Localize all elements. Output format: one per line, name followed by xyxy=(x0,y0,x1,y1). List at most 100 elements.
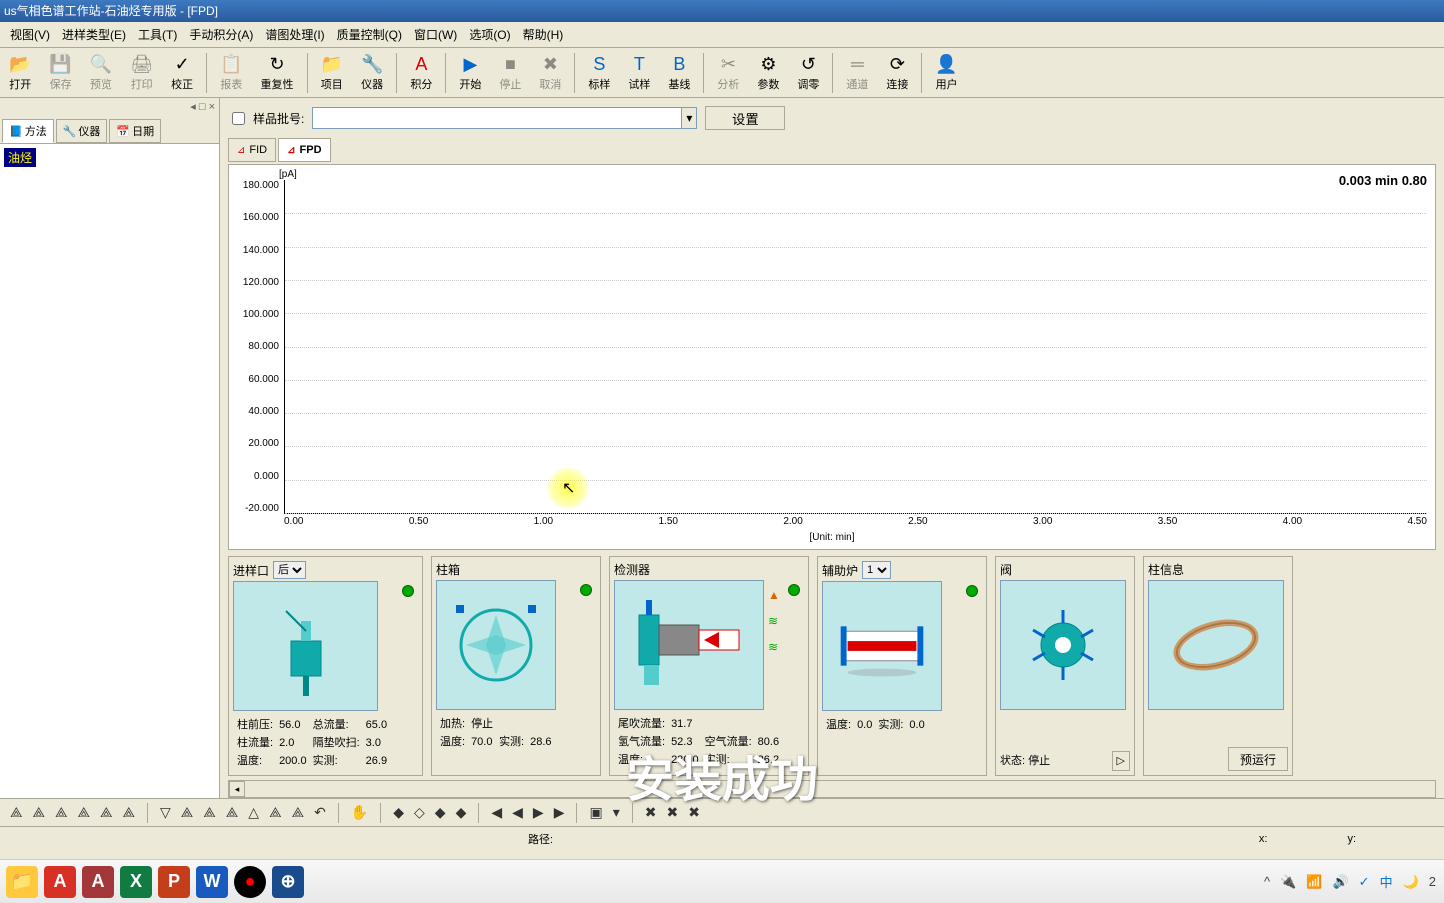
bottom-tool-icon[interactable]: ▶ xyxy=(531,802,546,823)
next-icon[interactable]: ▷ xyxy=(1112,751,1130,771)
bottom-tool-icon[interactable]: ⟁ xyxy=(290,802,307,823)
taskbar-ppt-icon[interactable]: P xyxy=(158,866,190,898)
menu-item[interactable]: 工具(T) xyxy=(132,24,183,45)
toolbar-调零-button[interactable]: ↺调零 xyxy=(789,52,827,94)
toolbar-项目-button[interactable]: 📁项目 xyxy=(313,52,351,94)
bottom-tool-icon[interactable]: ◀ xyxy=(510,802,525,823)
chart-tab-FID[interactable]: ⊿FID xyxy=(228,138,276,162)
chart-tab-FPD[interactable]: ⊿FPD xyxy=(278,138,330,162)
bottom-tool-icon[interactable]: ✖ xyxy=(643,802,659,823)
bottom-tool-icon[interactable]: ⟁ xyxy=(224,802,241,823)
toolbar-预览-button: 🔍预览 xyxy=(82,52,120,94)
toolbar-打开-button[interactable]: 📂打开 xyxy=(1,52,39,94)
bottom-tool-icon[interactable]: ▣ xyxy=(587,802,604,823)
tree-item[interactable]: 油烃 xyxy=(4,148,36,167)
tray-plug-icon[interactable]: 🔌 xyxy=(1280,874,1296,890)
tray-volume-icon[interactable]: 🔊 xyxy=(1332,874,1348,890)
toolbar-仪器-button[interactable]: 🔧仪器 xyxy=(353,52,391,94)
taskbar-pdf-icon[interactable]: A xyxy=(44,866,76,898)
menu-item[interactable]: 视图(V) xyxy=(4,24,56,45)
bottom-tool-icon[interactable]: ⟁ xyxy=(53,802,70,823)
panels-scrollbar[interactable]: ◂ xyxy=(228,780,1436,798)
sidebar-tab[interactable]: 📘方法 xyxy=(2,119,54,143)
tray-ime-icon[interactable]: 中 xyxy=(1380,872,1393,891)
toolbar-试样-button[interactable]: T试样 xyxy=(620,52,658,94)
toolbar-积分-button[interactable]: A积分 xyxy=(402,52,440,94)
status-y: y: xyxy=(1347,833,1356,845)
tray-up-icon[interactable]: ^ xyxy=(1264,874,1270,889)
menu-item[interactable]: 手动积分(A) xyxy=(183,24,259,45)
tray-moon-icon[interactable]: 🌙 xyxy=(1403,874,1419,890)
sidebar-tab[interactable]: 📅日期 xyxy=(109,119,161,143)
toolbar-用户-button[interactable]: 👤用户 xyxy=(927,52,965,94)
menu-item[interactable]: 帮助(H) xyxy=(517,24,570,45)
bottom-tool-icon[interactable]: ◆ xyxy=(391,802,406,823)
panel-select[interactable]: 1 xyxy=(862,561,891,579)
panel-柱箱: 柱箱加热:停止温度:70.0实测:28.6 xyxy=(431,556,601,776)
scroll-left-icon[interactable]: ◂ xyxy=(229,781,245,797)
menu-item[interactable]: 谱图处理(I) xyxy=(259,24,330,45)
taskbar-explorer-icon[interactable]: 📁 xyxy=(6,866,38,898)
tray-wifi-icon[interactable]: 📶 xyxy=(1306,874,1322,890)
prerun-button[interactable]: 预运行 xyxy=(1228,747,1288,771)
tray-check-icon[interactable]: ✓ xyxy=(1359,874,1370,890)
bottom-tool-icon[interactable]: ◇ xyxy=(412,802,427,823)
bottom-tool-icon[interactable]: ⟁ xyxy=(267,802,284,823)
menu-item[interactable]: 质量控制(Q) xyxy=(331,24,408,45)
menu-item[interactable]: 选项(O) xyxy=(463,24,516,45)
bottom-tool-icon[interactable]: ⟁ xyxy=(201,802,218,823)
tab-label: FPD xyxy=(300,144,322,156)
panel-title: 检测器 xyxy=(614,561,650,578)
tray-time[interactable]: 2 xyxy=(1429,874,1436,889)
toolbar-通道-button: ═通道 xyxy=(838,52,876,94)
flow-icon: ≋ xyxy=(768,640,780,654)
toolbar-校正-button[interactable]: ✓校正 xyxy=(163,52,201,94)
batch-checkbox[interactable] xyxy=(232,112,245,125)
param-value: 26.9 xyxy=(364,753,389,769)
bottom-tool-icon[interactable]: ◀ xyxy=(489,802,504,823)
toolbar-icon: T xyxy=(634,54,645,76)
bottom-tool-icon[interactable]: ⟁ xyxy=(98,802,115,823)
bottom-tool-icon[interactable]: ⟁ xyxy=(179,802,196,823)
bottom-tool-icon[interactable]: ▶ xyxy=(552,802,567,823)
batch-set-button[interactable]: 设置 xyxy=(705,106,785,130)
toolbar-基线-button[interactable]: B基线 xyxy=(660,52,698,94)
bottom-tool-icon[interactable]: ⟁ xyxy=(121,802,138,823)
taskbar-app-icon[interactable]: ⊕ xyxy=(272,866,304,898)
taskbar-word-icon[interactable]: W xyxy=(196,866,228,898)
bottom-tool-icon[interactable]: ⟁ xyxy=(76,802,93,823)
toolbar-开始-button[interactable]: ▶开始 xyxy=(451,52,489,94)
bottom-tool-icon[interactable]: ◆ xyxy=(433,802,448,823)
batch-input[interactable] xyxy=(312,107,682,129)
menu-item[interactable]: 窗口(W) xyxy=(408,24,463,45)
bottom-tool-icon[interactable]: ▽ xyxy=(158,802,173,823)
bottom-tool-icon[interactable]: ✋ xyxy=(349,802,370,823)
sidebar-tab[interactable]: 🔧仪器 xyxy=(56,119,108,143)
sidebar-close[interactable]: ◂ □ × xyxy=(0,98,219,115)
bottom-tool-icon[interactable]: ▾ xyxy=(611,802,622,823)
system-tray[interactable]: ^ 🔌 📶 🔊 ✓ 中 🌙 2 xyxy=(1264,872,1436,891)
sidebar-tree[interactable]: 油烃 xyxy=(0,144,219,798)
bottom-tool-icon[interactable]: ✖ xyxy=(686,802,702,823)
toolbar-连接-button[interactable]: ⟳连接 xyxy=(878,52,916,94)
panel-select[interactable]: 后 xyxy=(273,561,306,579)
taskbar-excel-icon[interactable]: X xyxy=(120,866,152,898)
menu-item[interactable]: 进样类型(E) xyxy=(56,24,132,45)
taskbar-record-icon[interactable]: ● xyxy=(234,866,266,898)
bottom-tool-icon[interactable]: ⟁ xyxy=(31,802,48,823)
taskbar-access-icon[interactable]: A xyxy=(82,866,114,898)
bottom-tool-icon[interactable]: ↶ xyxy=(312,802,328,823)
batch-dropdown-icon[interactable]: ▾ xyxy=(681,107,697,129)
toolbar-icon: ⚙ xyxy=(760,54,776,76)
signal-icon: ⊿ xyxy=(237,145,245,156)
bottom-tool-icon[interactable]: △ xyxy=(246,802,261,823)
toolbar-标样-button[interactable]: S标样 xyxy=(580,52,618,94)
y-tick: 100.000 xyxy=(239,309,279,320)
bottom-tool-icon[interactable]: ✖ xyxy=(664,802,680,823)
toolbar-参数-button[interactable]: ⚙参数 xyxy=(749,52,787,94)
chart-area[interactable]: 0.003 min 0.80 [pA] 180.000160.000140.00… xyxy=(228,164,1436,550)
bottom-tool-icon[interactable]: ◆ xyxy=(454,802,469,823)
param-value: 2.0 xyxy=(277,735,309,751)
bottom-tool-icon[interactable]: ⟁ xyxy=(8,802,25,823)
toolbar-重复性-button[interactable]: ↻重复性 xyxy=(253,52,302,94)
